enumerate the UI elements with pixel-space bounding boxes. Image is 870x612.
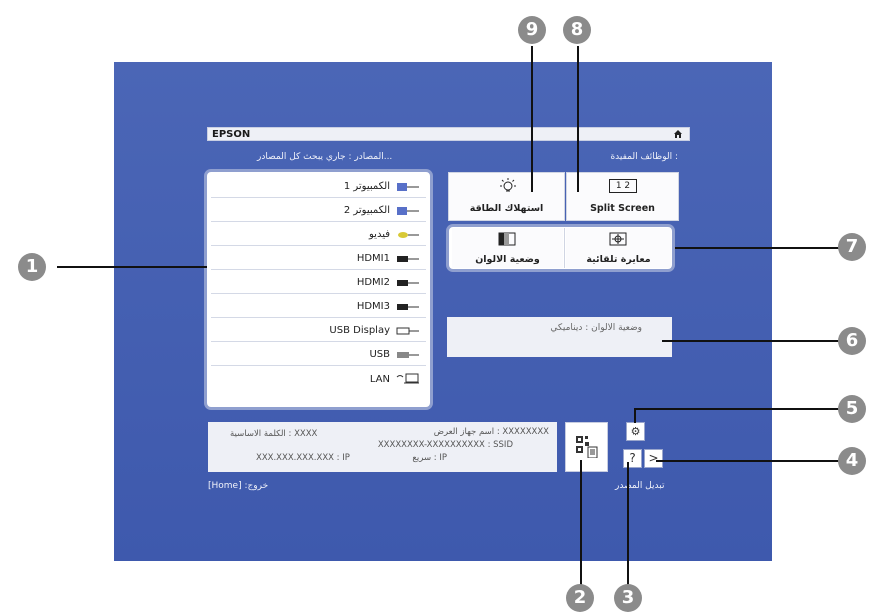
- source-item-hdmi1[interactable]: HDMI1: [211, 248, 426, 270]
- projector-name: اسم جهاز العرض : XXXXXXXX: [433, 427, 549, 437]
- split-screen-icon: 1 2: [609, 179, 637, 193]
- auto-calibration-label: معايرة تلقائية: [586, 254, 651, 265]
- color-mode-status-panel: وضعية الالوان : ديناميكي: [447, 317, 672, 357]
- usb-display-icon: [396, 327, 419, 334]
- home-icon[interactable]: [673, 129, 683, 139]
- callout-line-7: [675, 247, 840, 249]
- keyword-value: الكلمة الاساسية : XXXX: [230, 429, 318, 439]
- source-item-video[interactable]: فيديو: [211, 224, 426, 246]
- auto-calibration-button[interactable]: معايرة تلقائية: [566, 228, 671, 268]
- tile-divider: [564, 228, 565, 268]
- brand-logo: EPSON: [212, 129, 251, 140]
- callout-line-3: [627, 462, 629, 588]
- lan-icon: [396, 373, 419, 384]
- source-label: USB Display: [329, 325, 390, 336]
- qr-code-button[interactable]: [565, 422, 608, 472]
- source-label: HDMI1: [356, 253, 390, 264]
- change-source-hint: تبديل المصدر: [615, 481, 665, 491]
- callout-9: 9: [518, 16, 546, 44]
- callout-6: 6: [838, 327, 866, 355]
- source-label: USB: [369, 349, 390, 360]
- power-consumption-label: استهلاك الطاقة: [469, 203, 544, 214]
- hdmi-port-icon: [397, 303, 419, 310]
- source-item-lan[interactable]: LAN: [211, 368, 426, 390]
- callout-line-5: [634, 408, 840, 410]
- help-button[interactable]: ?: [623, 449, 642, 468]
- vga-port-icon: [397, 206, 419, 215]
- source-label: الكمبيوتر 2: [343, 205, 390, 216]
- exit-hint: [Home] :خروج: [208, 481, 269, 491]
- callout-line-8: [577, 46, 579, 192]
- network-info-panel: اسم جهاز العرض : XXXXXXXX XXXXXXXX-XXXXX…: [208, 422, 557, 472]
- source-label: HDMI2: [356, 277, 390, 288]
- callout-2: 2: [566, 584, 594, 612]
- source-item-computer2[interactable]: الكمبيوتر 2: [211, 200, 426, 222]
- connection-speed: سريع : IP: [412, 453, 447, 463]
- source-label: فيديو: [369, 229, 390, 240]
- split-screen-button[interactable]: 1 2 Split Screen: [566, 172, 679, 221]
- callout-7: 7: [838, 233, 866, 261]
- auto-calibration-icon: [609, 232, 627, 246]
- color-mode-status: وضعية الالوان : ديناميكي: [550, 323, 642, 333]
- callout-line-5a: [634, 408, 636, 423]
- callout-4: 4: [838, 447, 866, 475]
- callout-3: 3: [614, 584, 642, 612]
- lightbulb-icon: [500, 178, 516, 192]
- callout-line-9: [531, 46, 533, 192]
- power-consumption-button[interactable]: استهلاك الطاقة: [448, 172, 565, 221]
- callout-8: 8: [563, 16, 591, 44]
- hdmi-port-icon: [397, 279, 419, 286]
- next-button[interactable]: >: [644, 449, 663, 468]
- callout-line-4: [656, 460, 840, 462]
- ip-address: XXX.XXX.XXX.XXX : IP: [256, 453, 350, 463]
- source-list: الكمبيوتر 1 الكمبيوتر 2 فيديو HDMI1 HDMI…: [204, 169, 433, 410]
- vga-port-icon: [397, 182, 419, 191]
- source-label: HDMI3: [356, 301, 390, 312]
- source-item-hdmi2[interactable]: HDMI2: [211, 272, 426, 294]
- callout-5: 5: [838, 395, 866, 423]
- source-item-hdmi3[interactable]: HDMI3: [211, 296, 426, 318]
- hdmi-port-icon: [397, 255, 419, 262]
- help-icon: ?: [629, 451, 636, 465]
- source-label: LAN: [369, 373, 390, 385]
- callout-line-1: [57, 266, 207, 268]
- qr-code-icon: [576, 436, 598, 458]
- source-item-usb-display[interactable]: USB Display: [211, 320, 426, 342]
- header-bar: EPSON: [207, 127, 690, 141]
- split-screen-label: Split Screen: [590, 203, 655, 214]
- callout-line-6: [662, 340, 840, 342]
- source-label: الكمبيوتر 1: [343, 181, 390, 192]
- color-mode-icon: [498, 232, 516, 246]
- color-mode-label: وضعية الالوان: [475, 254, 540, 265]
- gear-icon: ⚙: [630, 425, 641, 438]
- color-mode-button[interactable]: وضعية الالوان: [452, 228, 563, 268]
- rca-video-icon: [398, 231, 419, 238]
- chevron-right-icon: >: [648, 451, 659, 465]
- settings-button[interactable]: ⚙: [626, 422, 645, 441]
- source-item-usb[interactable]: USB: [211, 344, 426, 366]
- useful-functions-label: الوظائف المفيدة :: [610, 152, 678, 162]
- sources-status-label: المصادر : جاري يبحث كل المصادر...: [257, 152, 393, 162]
- callout-line-2: [580, 460, 582, 588]
- callout-1: 1: [18, 253, 46, 281]
- usb-port-icon: [397, 351, 419, 358]
- ssid-value: XXXXXXXX-XXXXXXXXXX : SSID: [377, 440, 513, 450]
- source-item-computer1[interactable]: الكمبيوتر 1: [211, 176, 426, 198]
